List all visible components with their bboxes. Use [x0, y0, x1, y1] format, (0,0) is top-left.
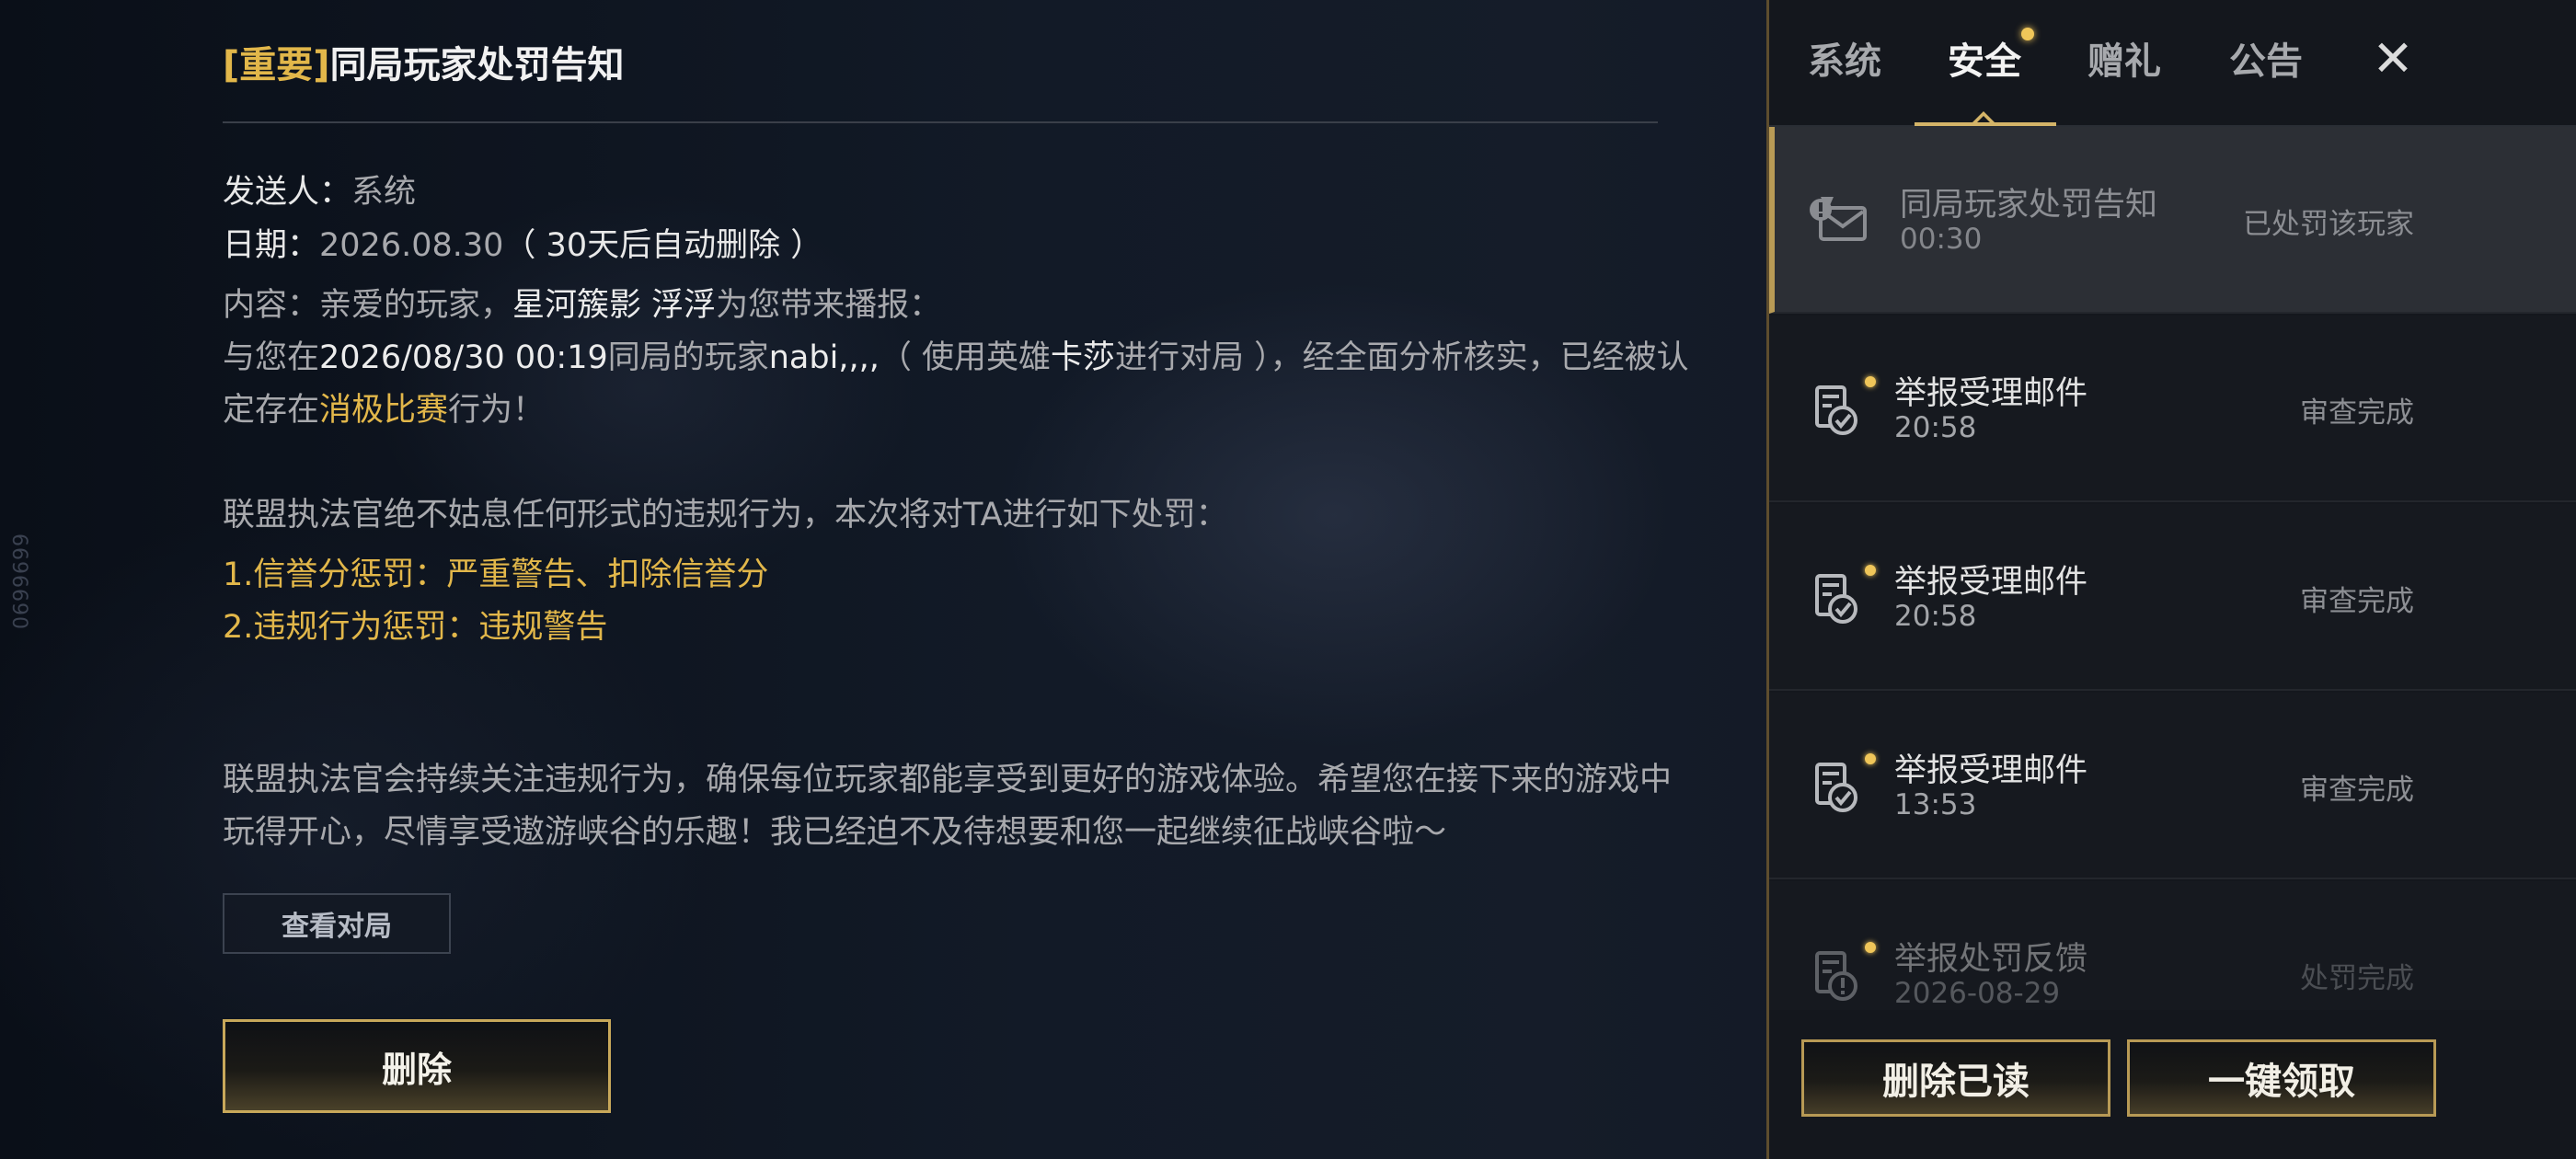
sender-label: 发送人：	[223, 174, 352, 211]
reported-player: nabi,,,,	[768, 339, 880, 376]
side-id-text: 6696690	[7, 534, 30, 630]
mail-list: 同局玩家处罚告知 00:30 已处罚该玩家 举报受理邮件 20:58 审查完成	[1769, 127, 2576, 1010]
mail-title: 举报受理邮件	[1894, 564, 2088, 601]
match-time: 2026/08/30 00:19	[319, 339, 608, 376]
closing-block: 联盟执法官会持续关注违规行为，确保每位玩家都能享受到更好的游戏体验。希望您在接下…	[223, 754, 1672, 859]
mail-item[interactable]: 同局玩家处罚告知 00:30 已处罚该玩家	[1769, 127, 2576, 314]
mail-time: 20:58	[1894, 600, 1977, 633]
content-block: 内容：亲爱的玩家，星河簇影 浮浮为您带来播报： 与您在2026/08/30 00…	[223, 280, 1689, 437]
report-alert-icon	[1815, 951, 1857, 1001]
unread-dot	[1865, 942, 1876, 953]
date-note: （ 30天后自动删除 ）	[503, 227, 823, 264]
close-icon[interactable]: ✕	[2367, 33, 2419, 85]
mail-detail: [重要]同局玩家处罚告知 发送人：系统 日期：2026.08.30（ 30天后自…	[223, 0, 1731, 1159]
tab-unread-dot	[2021, 28, 2034, 40]
mail-time: 13:53	[1894, 788, 1977, 821]
tab-bar: 系统 安全 赠礼 公告 ✕	[1769, 0, 2576, 127]
alert-envelope-icon	[1810, 197, 1867, 241]
delete-read-button[interactable]: 删除已读	[1801, 1039, 2110, 1117]
mail-item[interactable]: 举报受理邮件 20:58 审查完成	[1769, 316, 2576, 502]
view-match-button[interactable]: 查看对局	[223, 893, 451, 954]
penalty-1: 1.信誉分惩罚：严重警告、扣除信誉分	[223, 557, 769, 593]
unread-dot	[1865, 565, 1876, 576]
mail-status: 审查完成	[2300, 396, 2414, 430]
report-check-icon	[1815, 385, 1857, 435]
content-line-2: 与您在2026/08/30 00:19同局的玩家nabi,,,,（ 使用英雄卡莎…	[223, 339, 1689, 376]
sender-line: 发送人：系统	[223, 166, 416, 212]
mail-status: 已处罚该玩家	[2243, 208, 2414, 241]
date-label: 日期：	[223, 227, 320, 264]
content-line-1: 内容：亲爱的玩家，星河簇影 浮浮为您带来播报：	[223, 287, 942, 324]
violation-type: 消极比赛	[319, 392, 449, 429]
tab-system[interactable]: 系统	[1808, 31, 1881, 85]
report-check-icon	[1815, 574, 1857, 624]
title-divider	[223, 121, 1658, 123]
unread-dot	[1865, 753, 1876, 764]
mail-panel: 系统 安全 赠礼 公告 ✕ 同局玩家处罚告知 00:30 已处罚该玩家 举报受理…	[1766, 0, 2576, 1159]
mail-item[interactable]: 举报受理邮件 13:53 审查完成	[1769, 693, 2576, 879]
mail-title: 举报处罚反馈	[1894, 941, 2088, 978]
mail-title: 举报受理邮件	[1894, 752, 2088, 789]
mail-title: 举报受理邮件	[1894, 375, 2088, 412]
tab-security[interactable]: 安全	[1948, 28, 2034, 85]
mail-item[interactable]: 举报受理邮件 20:58 审查完成	[1769, 504, 2576, 691]
delete-button[interactable]: 删除	[223, 1019, 611, 1113]
report-check-icon	[1815, 763, 1857, 812]
penalty-intro: 联盟执法官绝不姑息任何形式的违规行为，本次将对TA进行如下处罚：	[223, 497, 1228, 534]
mail-status: 审查完成	[2300, 585, 2414, 618]
mail-footer: 删除已读 一键领取	[1769, 1010, 2576, 1159]
date-value: 2026.08.30	[319, 227, 504, 264]
mail-status: 审查完成	[2300, 774, 2414, 807]
hero-name: 卡莎	[1050, 339, 1115, 376]
sender-value: 系统	[351, 174, 417, 211]
mail-item[interactable]: 举报处罚反馈 2026-08-29 处罚完成	[1769, 881, 2576, 1010]
content-line-3: 定存在消极比赛行为！	[223, 392, 546, 429]
date-line: 日期：2026.08.30（ 30天后自动删除 ）	[223, 219, 822, 266]
tab-announcements[interactable]: 公告	[2229, 31, 2303, 85]
closing-line-1: 联盟执法官会持续关注违规行为，确保每位玩家都能享受到更好的游戏体验。希望您在接下…	[223, 762, 1673, 798]
mail-status: 处罚完成	[2300, 962, 2414, 995]
mail-detail-title: [重要]同局玩家处罚告知	[223, 35, 625, 88]
mail-detail-title-text: 同局玩家处罚告知	[329, 44, 625, 86]
player-name: 星河簇影 浮浮	[512, 287, 717, 324]
mail-title: 同局玩家处罚告知	[1900, 187, 2158, 224]
tab-gifts[interactable]: 赠礼	[2087, 31, 2161, 85]
unread-dot	[1865, 376, 1876, 387]
claim-all-button[interactable]: 一键领取	[2127, 1039, 2436, 1117]
mail-time: 2026-08-29	[1894, 977, 2061, 1010]
mail-time: 00:30	[1900, 223, 1983, 256]
penalty-2: 2.违规行为惩罚：违规警告	[223, 609, 608, 646]
important-tag: [重要]	[223, 44, 330, 86]
closing-line-2: 玩得开心，尽情享受遨游峡谷的乐趣！我已经迫不及待想要和您一起继续征战峡谷啦～	[223, 814, 1447, 851]
mail-time: 20:58	[1894, 411, 1977, 444]
